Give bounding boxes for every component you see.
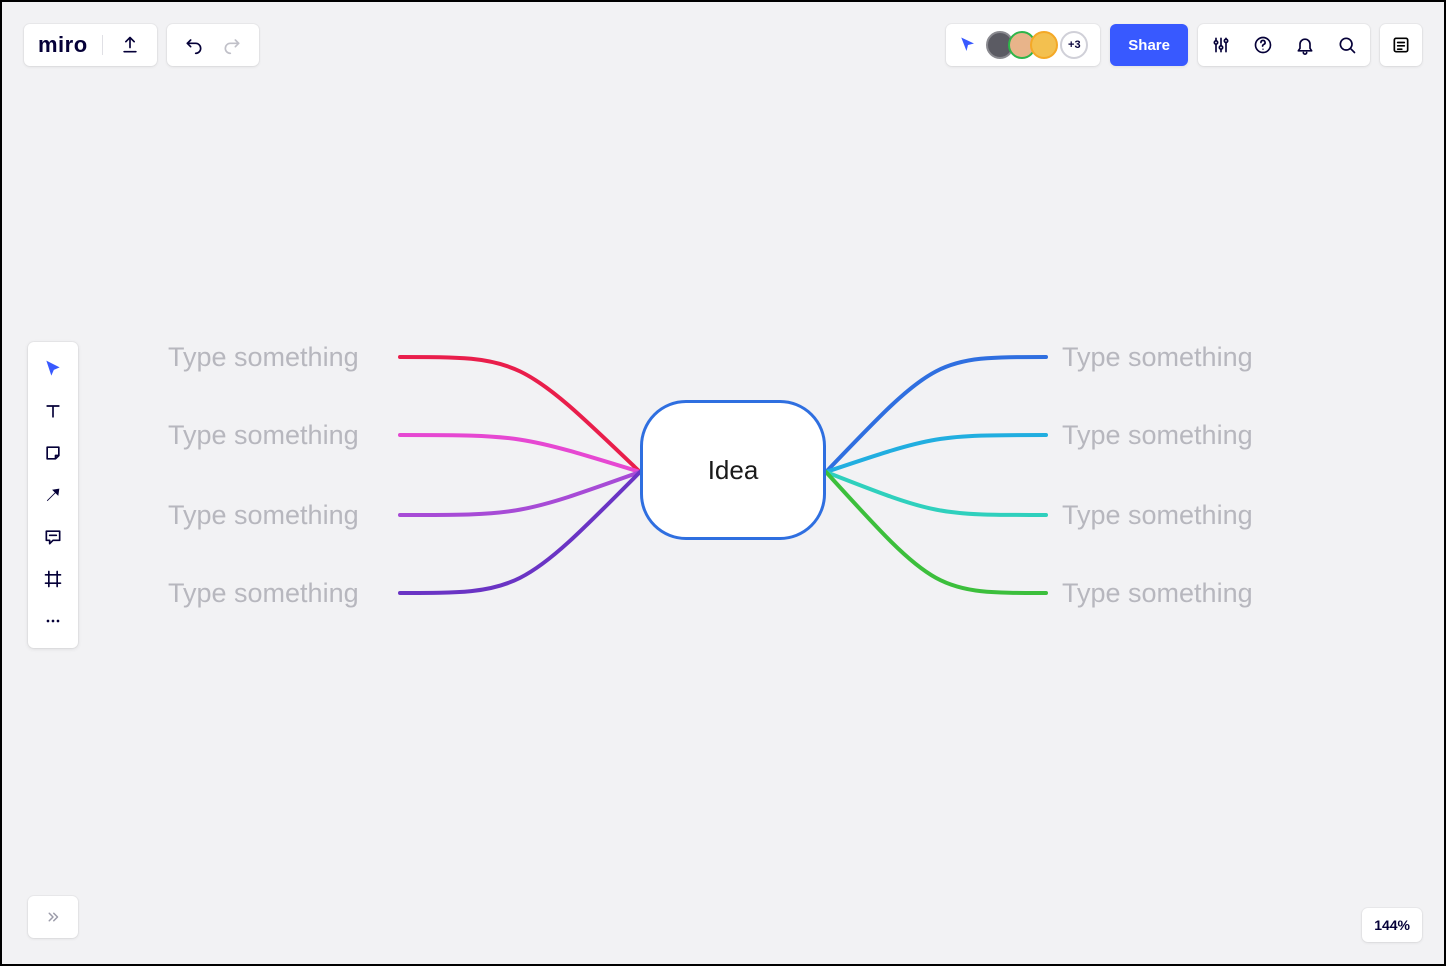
header-actions [1198, 24, 1370, 66]
app-frame: miro +3 Share [0, 0, 1446, 966]
arrow-tool[interactable] [34, 476, 72, 514]
mindmap-branch-right[interactable]: Type something [1062, 578, 1253, 609]
frame-tool[interactable] [34, 560, 72, 598]
mindmap-center-node[interactable]: Idea [640, 400, 826, 540]
avatar[interactable] [1030, 31, 1058, 59]
side-toolbar [28, 342, 78, 648]
presence-cursor-icon[interactable] [958, 36, 978, 54]
mindmap-branch-right[interactable]: Type something [1062, 500, 1253, 531]
export-icon[interactable] [117, 32, 143, 58]
notifications-icon[interactable] [1292, 32, 1318, 58]
text-tool[interactable] [34, 392, 72, 430]
avatar-more[interactable]: +3 [1060, 31, 1088, 59]
select-tool[interactable] [34, 350, 72, 388]
help-icon[interactable] [1250, 32, 1276, 58]
undo-icon[interactable] [181, 32, 207, 58]
app-logo[interactable]: miro [38, 32, 88, 58]
avatar-stack[interactable] [986, 31, 1058, 59]
mindmap-branch-left[interactable]: Type something [168, 420, 359, 451]
mindmap-branch-right[interactable]: Type something [1062, 342, 1253, 373]
zoom-level[interactable]: 144% [1362, 908, 1422, 942]
redo-icon [219, 32, 245, 58]
settings-icon[interactable] [1208, 32, 1234, 58]
topbar-right: +3 Share [946, 24, 1422, 66]
panel-toggle-icon[interactable] [1380, 24, 1422, 66]
mindmap-branch-left[interactable]: Type something [168, 342, 359, 373]
logo-card: miro [24, 24, 157, 66]
topbar-left: miro [24, 24, 259, 66]
more-tools[interactable] [34, 602, 72, 640]
divider [102, 35, 103, 55]
history-card [167, 24, 259, 66]
share-button[interactable]: Share [1110, 24, 1188, 66]
sticky-note-tool[interactable] [34, 434, 72, 472]
presence-card: +3 [946, 24, 1100, 66]
expand-toolbar-icon[interactable] [28, 896, 78, 938]
search-icon[interactable] [1334, 32, 1360, 58]
mindmap-branch-left[interactable]: Type something [168, 500, 359, 531]
comment-tool[interactable] [34, 518, 72, 556]
mindmap-branch-right[interactable]: Type something [1062, 420, 1253, 451]
mindmap-branch-left[interactable]: Type something [168, 578, 359, 609]
